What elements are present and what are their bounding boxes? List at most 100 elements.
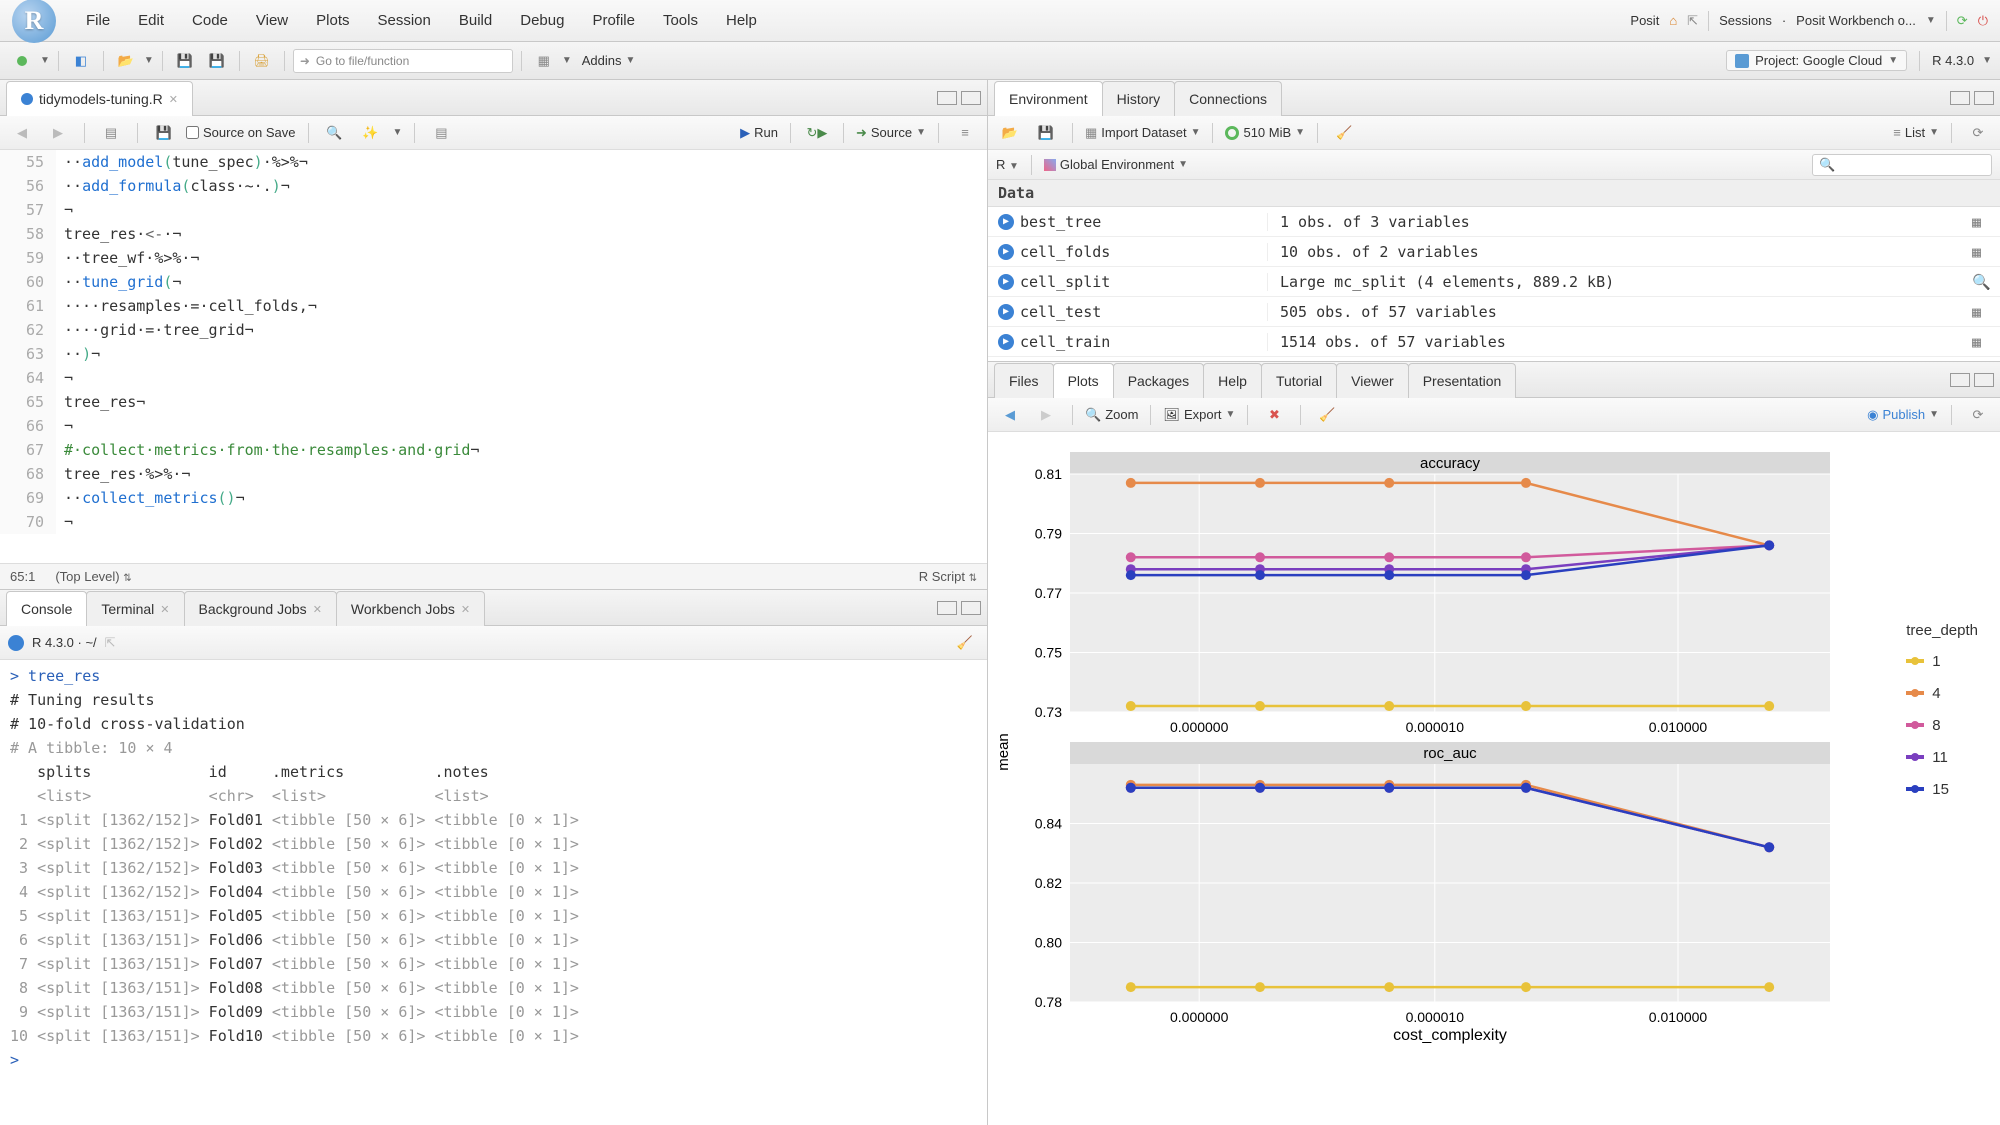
close-icon[interactable]: ✕ [313, 603, 322, 616]
tab-background-jobs[interactable]: Background Jobs✕ [184, 591, 337, 626]
save-workspace-button[interactable]: 💾 [1032, 121, 1060, 145]
load-workspace-button[interactable]: 📂 [996, 121, 1024, 145]
source-tab[interactable]: tidymodels-tuning.R ✕ [6, 81, 193, 116]
tab-viewer[interactable]: Viewer [1336, 363, 1409, 398]
addins-menu[interactable]: Addins [582, 53, 622, 68]
tab-workbench-jobs[interactable]: Workbench Jobs✕ [336, 591, 485, 626]
expand-icon[interactable]: ▶ [998, 214, 1014, 230]
tab-plots[interactable]: Plots [1053, 363, 1114, 398]
maximize-pane-button[interactable] [961, 91, 981, 105]
prev-plot-button[interactable]: ◀ [996, 403, 1024, 427]
clear-console-button[interactable]: 🧹 [951, 631, 979, 655]
r-version-menu[interactable]: R 4.3.0 [1932, 53, 1974, 68]
minimize-plots-button[interactable] [1950, 373, 1970, 387]
save-all-button[interactable]: 💾 [203, 49, 231, 73]
grid-view-icon[interactable]: ▦ [1972, 243, 2000, 261]
tab-help[interactable]: Help [1203, 363, 1262, 398]
forward-button[interactable]: ▶ [44, 121, 72, 145]
code-editor[interactable]: 55··add_model(tune_spec)·%>%¬56··add_for… [0, 150, 987, 563]
r-scope-menu[interactable]: R ▼ [996, 157, 1019, 172]
expand-icon[interactable]: ▶ [998, 244, 1014, 260]
save-button[interactable]: 💾 [171, 49, 199, 73]
wand-button[interactable]: ✨ [357, 121, 385, 145]
minimize-console-button[interactable] [937, 601, 957, 615]
language-selector[interactable]: R Script ⇅ [919, 569, 977, 584]
menu-view[interactable]: View [242, 6, 302, 35]
menu-edit[interactable]: Edit [124, 6, 178, 35]
env-row[interactable]: ▶cell_splitLarge mc_split (4 elements, 8… [988, 267, 2000, 297]
remove-plot-button[interactable]: ✖ [1260, 403, 1288, 427]
env-scope-menu[interactable]: Global Environment▼ [1044, 157, 1188, 172]
memory-usage[interactable]: 510 MiB▼ [1225, 125, 1305, 140]
outline-button[interactable]: ≡ [951, 121, 979, 145]
tab-tutorial[interactable]: Tutorial [1261, 363, 1337, 398]
tab-terminal[interactable]: Terminal✕ [86, 591, 184, 626]
back-button[interactable]: ◀ [8, 121, 36, 145]
menu-tools[interactable]: Tools [649, 6, 712, 35]
console-output[interactable]: > tree_res# Tuning results# 10-fold cros… [0, 660, 987, 1125]
clear-env-button[interactable]: 🧹 [1330, 121, 1358, 145]
tab-connections[interactable]: Connections [1174, 81, 1282, 116]
view-mode-menu[interactable]: ≡List▼ [1893, 125, 1939, 140]
export-menu[interactable]: 🖼Export▼ [1163, 407, 1235, 423]
refresh-plot-button[interactable]: ⟳ [1964, 403, 1992, 427]
menu-session[interactable]: Session [364, 6, 445, 35]
menu-file[interactable]: File [72, 6, 124, 35]
maximize-plots-button[interactable] [1974, 373, 1994, 387]
close-tab-icon[interactable]: ✕ [169, 93, 178, 106]
expand-icon[interactable]: ▶ [998, 304, 1014, 320]
next-plot-button[interactable]: ▶ [1032, 403, 1060, 427]
tab-packages[interactable]: Packages [1113, 363, 1204, 398]
publish-menu[interactable]: ◉Publish▼ [1867, 407, 1939, 423]
tab-console[interactable]: Console [6, 591, 87, 626]
new-file-button[interactable] [8, 49, 36, 73]
menu-plots[interactable]: Plots [302, 6, 363, 35]
tab-presentation[interactable]: Presentation [1408, 363, 1517, 398]
grid-view-icon[interactable]: ▦ [1972, 333, 2000, 351]
import-dataset-menu[interactable]: ▦Import Dataset▼ [1085, 125, 1200, 141]
menu-build[interactable]: Build [445, 6, 506, 35]
close-icon[interactable]: ✕ [160, 603, 169, 616]
tab-environment[interactable]: Environment [994, 81, 1103, 116]
run-button[interactable]: ▶Run [740, 125, 778, 141]
env-row[interactable]: ▶cell_train1514 obs. of 57 variables▦ [988, 327, 2000, 357]
find-button[interactable]: 🔍 [321, 121, 349, 145]
tab-files[interactable]: Files [994, 363, 1054, 398]
source-button[interactable]: ➜Source▼ [856, 125, 926, 141]
grid-view-icon[interactable]: ▦ [1972, 213, 2000, 231]
tab-history[interactable]: History [1102, 81, 1176, 116]
power-icon[interactable]: ⏻ [1978, 13, 1988, 29]
env-search-input[interactable]: 🔍 [1812, 154, 1992, 176]
expand-icon[interactable]: ▶ [998, 274, 1014, 290]
clear-plots-button[interactable]: 🧹 [1313, 403, 1341, 427]
home-icon[interactable]: ⌂ [1669, 13, 1677, 28]
console-popout-icon[interactable]: ⇱ [105, 635, 116, 651]
refresh-icon[interactable]: ⟳ [1957, 13, 1968, 29]
menu-profile[interactable]: Profile [578, 6, 649, 35]
env-row[interactable]: ▶cell_folds10 obs. of 2 variables▦ [988, 237, 2000, 267]
grid-icon[interactable]: ▦ [530, 49, 558, 73]
chevron-down-icon[interactable]: ▼ [1926, 15, 1936, 26]
maximize-console-button[interactable] [961, 601, 981, 615]
expand-icon[interactable]: ▶ [998, 334, 1014, 350]
minimize-pane-button[interactable] [937, 91, 957, 105]
external-icon[interactable]: ⇱ [1687, 13, 1698, 29]
sessions-link[interactable]: Sessions [1719, 13, 1772, 28]
print-button[interactable]: 🖨 [248, 49, 276, 73]
menu-help[interactable]: Help [712, 6, 771, 35]
minimize-env-button[interactable] [1950, 91, 1970, 105]
refresh-env-button[interactable]: ⟳ [1964, 121, 1992, 145]
compile-button[interactable]: ▤ [427, 121, 455, 145]
scope-selector[interactable]: (Top Level) ⇅ [55, 569, 131, 584]
env-row[interactable]: ▶cell_test505 obs. of 57 variables▦ [988, 297, 2000, 327]
inspect-icon[interactable]: 🔍 [1972, 273, 2000, 291]
env-row[interactable]: ▶best_tree1 obs. of 3 variables▦ [988, 207, 2000, 237]
zoom-button[interactable]: 🔍Zoom [1085, 407, 1138, 423]
workbench-link[interactable]: Posit Workbench o... [1796, 13, 1916, 28]
maximize-env-button[interactable] [1974, 91, 1994, 105]
grid-view-icon[interactable]: ▦ [1972, 303, 2000, 321]
source-on-save-checkbox[interactable]: Source on Save [186, 125, 296, 140]
close-icon[interactable]: ✕ [461, 603, 470, 616]
show-doc-button[interactable]: ▤ [97, 121, 125, 145]
goto-file-input[interactable]: ➜ Go to file/function [293, 49, 513, 73]
